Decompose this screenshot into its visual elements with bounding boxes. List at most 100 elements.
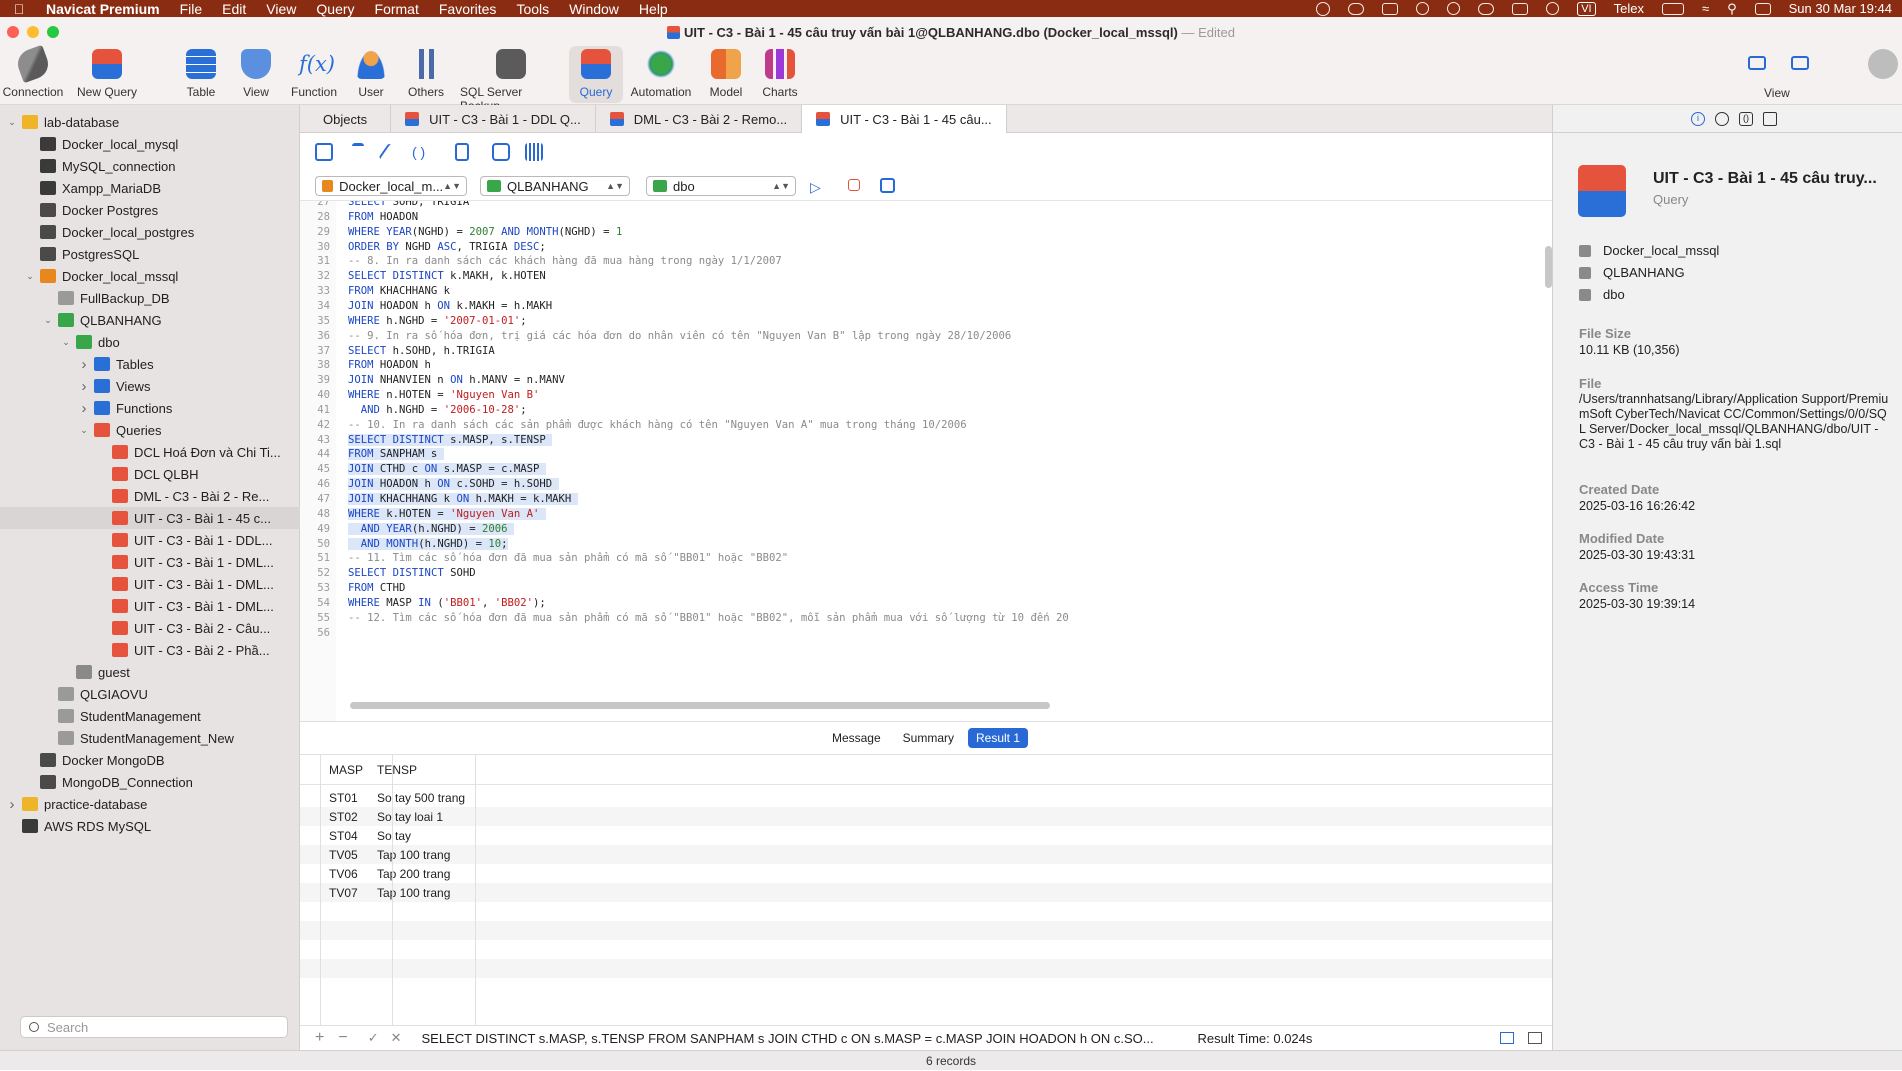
pen-icon[interactable] <box>1316 1 1331 16</box>
vertical-scrollbar[interactable] <box>1545 246 1552 288</box>
tree-item[interactable]: › Tables <box>0 353 300 375</box>
tree-item[interactable]: › practice-database <box>0 793 300 815</box>
preview-eye-icon[interactable] <box>1715 111 1729 126</box>
stop-query-icon[interactable] <box>848 179 860 191</box>
toggle-info-panel-button[interactable] <box>1785 49 1815 76</box>
info-icon[interactable]: i <box>1691 111 1705 126</box>
menu-file[interactable]: File <box>170 1 213 17</box>
schema-select[interactable]: dbo ▲▼ <box>646 176 796 196</box>
apply-changes-icon[interactable]: ✓ <box>368 1030 379 1046</box>
table-row[interactable]: ST01 So tay 500 trang <box>300 788 1552 807</box>
tree-item[interactable]: MongoDB_Connection <box>0 771 300 793</box>
tab-query[interactable]: UIT - C3 - Bài 1 - DDL Q... <box>391 105 596 133</box>
function-button[interactable]: f(x) Function <box>290 49 338 99</box>
tree-item[interactable]: ⌄ lab-database <box>0 111 300 133</box>
menu-tools[interactable]: Tools <box>506 1 559 17</box>
tree-item[interactable]: ⌄ Docker_local_mssql <box>0 265 300 287</box>
cell-masp[interactable]: TV06 <box>300 867 372 881</box>
tree-item[interactable]: › Functions <box>0 397 300 419</box>
cell-tensp[interactable]: Tap 100 trang <box>372 848 472 862</box>
chevron-down-icon[interactable]: ⌄ <box>60 337 72 348</box>
code-icon[interactable]: () <box>1739 111 1753 126</box>
new-query-button[interactable]: New Query <box>76 49 138 99</box>
cell-tensp[interactable]: So tay <box>372 829 472 843</box>
tree-item[interactable]: DCL QLBH <box>0 463 300 485</box>
explain-chart-icon[interactable] <box>525 143 543 161</box>
menu-help[interactable]: Help <box>629 1 678 17</box>
save-icon[interactable] <box>315 143 333 161</box>
cell-tensp[interactable]: Tap 200 trang <box>372 867 472 881</box>
chevron-down-icon[interactable]: ⌄ <box>24 271 36 282</box>
view-button[interactable]: View <box>241 49 271 99</box>
explain-query-icon[interactable] <box>880 178 895 193</box>
tree-item[interactable]: DML - C3 - Bài 2 - Re... <box>0 485 300 507</box>
tab-query[interactable]: DML - C3 - Bài 2 - Remo... <box>596 105 803 133</box>
control-center-icon[interactable] <box>1754 2 1771 15</box>
table-row[interactable]: ST04 So tay <box>300 826 1552 845</box>
chevron-down-icon[interactable]: ⌄ <box>6 117 18 128</box>
tree-item[interactable]: ⌄ Queries <box>0 419 300 441</box>
run-query-icon[interactable]: ▷ <box>810 178 828 196</box>
toggle-sidebar-button[interactable] <box>1742 49 1772 76</box>
tree-item[interactable]: Docker Postgres <box>0 199 300 221</box>
message-tab[interactable]: Message <box>824 728 889 748</box>
tree-item[interactable]: UIT - C3 - Bài 2 - Câu... <box>0 617 300 639</box>
cell-masp[interactable]: ST02 <box>300 810 372 824</box>
tree-item[interactable]: Docker_local_postgres <box>0 221 300 243</box>
user-button[interactable]: User <box>354 49 388 99</box>
cell-masp[interactable]: ST01 <box>300 791 372 805</box>
sidebar-search[interactable]: Search <box>20 1016 288 1038</box>
timer-icon[interactable] <box>1416 2 1430 15</box>
tree-item[interactable]: UIT - C3 - Bài 1 - DDL... <box>0 529 300 551</box>
tree-item[interactable]: QLGIAOVU <box>0 683 300 705</box>
magic-wand-icon[interactable] <box>378 142 394 162</box>
grid-view-icon[interactable] <box>1500 1032 1514 1044</box>
tree-item[interactable]: guest <box>0 661 300 683</box>
table-row[interactable]: TV07 Tap 100 trang <box>300 883 1552 902</box>
model-button[interactable]: Model <box>709 49 743 99</box>
spotlight-icon[interactable]: ⚲ <box>1727 1 1737 17</box>
tree-item[interactable]: Docker_local_mysql <box>0 133 300 155</box>
beautify-sql-icon[interactable] <box>352 143 364 161</box>
add-row-icon[interactable]: + <box>315 1029 324 1047</box>
database-select[interactable]: QLBANHANG ▲▼ <box>480 176 630 196</box>
menu-query[interactable]: Query <box>306 1 364 17</box>
table-row[interactable]: TV05 Tap 100 trang <box>300 845 1552 864</box>
table-row[interactable] <box>300 940 1552 959</box>
wifi-icon[interactable]: ≈ <box>1702 1 1709 16</box>
table-row[interactable]: TV06 Tap 200 trang <box>300 864 1552 883</box>
menu-favorites[interactable]: Favorites <box>429 1 507 17</box>
tree-item[interactable]: UIT - C3 - Bài 1 - DML... <box>0 595 300 617</box>
tree-item[interactable]: DCL Hoá Đơn và Chi Ti... <box>0 441 300 463</box>
summary-tab[interactable]: Summary <box>895 728 962 748</box>
menu-edit[interactable]: Edit <box>212 1 256 17</box>
chevron-down-icon[interactable]: ⌄ <box>78 425 90 436</box>
menu-view[interactable]: View <box>256 1 306 17</box>
cloud-icon[interactable] <box>1348 2 1365 15</box>
cell-masp[interactable]: TV07 <box>300 886 372 900</box>
tree-item[interactable]: UIT - C3 - Bài 1 - 45 c... <box>0 507 300 529</box>
tree-item[interactable]: Xampp_MariaDB <box>0 177 300 199</box>
menu-window[interactable]: Window <box>559 1 629 17</box>
ddl-table-icon[interactable] <box>1763 111 1777 126</box>
tree-item[interactable]: StudentManagement <box>0 705 300 727</box>
others-button[interactable]: Others <box>408 49 444 99</box>
tree-item[interactable]: Docker MongoDB <box>0 749 300 771</box>
tree-item[interactable]: › Views <box>0 375 300 397</box>
apple-menu-icon[interactable]:  <box>0 1 38 17</box>
chevron-right-icon[interactable]: › <box>78 378 90 395</box>
tab-query[interactable]: UIT - C3 - Bài 1 - 45 câu... <box>802 105 1007 133</box>
table-row[interactable]: ST02 So tay loai 1 <box>300 807 1552 826</box>
tree-item[interactable]: UIT - C3 - Bài 2 - Phầ... <box>0 639 300 661</box>
tree-item[interactable]: ⌄ QLBANHANG <box>0 309 300 331</box>
query-button[interactable]: Query <box>569 46 623 103</box>
tree-item[interactable]: UIT - C3 - Bài 1 - DML... <box>0 573 300 595</box>
tree-item[interactable]: StudentManagement_New <box>0 727 300 749</box>
snippet-icon[interactable] <box>455 143 469 161</box>
chevron-right-icon[interactable]: › <box>78 400 90 417</box>
chevron-right-icon[interactable]: › <box>78 356 90 373</box>
charts-button[interactable]: Charts <box>761 49 799 99</box>
column-divider[interactable] <box>392 755 393 1025</box>
table-row[interactable] <box>300 959 1552 978</box>
sql-server-backup-button[interactable]: SQL Server Backup <box>460 49 562 113</box>
